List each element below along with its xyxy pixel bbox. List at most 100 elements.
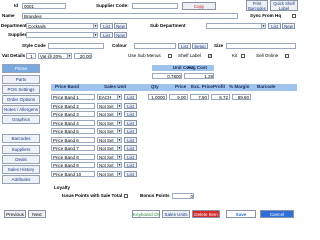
- price-profit-field: 6.72: [211, 94, 230, 100]
- price-price-field[interactable]: 9.00: [169, 94, 188, 100]
- id-label: Id: [14, 3, 19, 8]
- chevron-down-icon: ▾: [117, 120, 121, 125]
- department-select[interactable]: Cocktails ▾: [26, 23, 98, 29]
- sales-unit-list-button[interactable]: List: [124, 119, 137, 126]
- sales-unit-list-button[interactable]: List: [124, 162, 137, 168]
- price-band-name-field[interactable]: Price Band 5: [51, 128, 95, 134]
- sales-unit-list-button[interactable]: List: [124, 128, 137, 134]
- sidebar-item-prices[interactable]: Prices: [2, 64, 40, 73]
- sales-unit-select[interactable]: Not Set ▾: [97, 119, 122, 126]
- cancel-button[interactable]: Cancel: [260, 210, 294, 218]
- shelf-label-label: Shelf Label: [178, 53, 201, 58]
- sidebar-item-attributes[interactable]: Attributes: [2, 175, 40, 184]
- id-field[interactable]: 0001: [22, 3, 66, 9]
- next-button[interactable]: Next: [28, 210, 46, 218]
- unit-cost-field[interactable]: 0.7800: [152, 73, 182, 79]
- sub-department-select[interactable]: ▾: [206, 23, 266, 29]
- vat-details-label: Vat Details: [2, 53, 26, 58]
- sidebar-item-graphics[interactable]: Graphics: [2, 115, 40, 124]
- chevron-down-icon: ▾: [117, 146, 121, 150]
- price-band-name-field[interactable]: Price Band 6: [51, 136, 95, 143]
- price-qty-field[interactable]: 1.0000: [148, 94, 167, 100]
- sales-unit-list-button[interactable]: List: [124, 94, 137, 100]
- sidebar-item-deals[interactable]: Deals: [2, 155, 40, 164]
- chevron-down-icon: ▾: [93, 24, 97, 28]
- sales-unit-select[interactable]: Not Set ▾: [97, 128, 122, 134]
- sync-from-hq-checkbox[interactable]: [292, 14, 296, 18]
- sidebar-item-notes-allergens[interactable]: Notes / Allergens: [2, 105, 40, 114]
- price-band-row: Price Band 7 Not Set ▾ List: [51, 144, 296, 152]
- price-band-name-field[interactable]: Price Band 10: [51, 170, 95, 177]
- sidebar-item-parts[interactable]: Parts: [2, 75, 40, 84]
- sales-unit-list-button[interactable]: List: [124, 136, 137, 143]
- sales-unit-select[interactable]: Not Set ▾: [97, 136, 122, 143]
- supplier-code-field[interactable]: [132, 3, 178, 9]
- previous-button[interactable]: Previous: [4, 210, 26, 218]
- style-code-field[interactable]: [48, 43, 104, 49]
- sales-unit-list-button[interactable]: List: [124, 102, 137, 109]
- sub-department-list-button[interactable]: List: [268, 23, 281, 29]
- size-field[interactable]: [226, 43, 296, 49]
- chevron-down-icon: ▾: [117, 154, 121, 159]
- vat-rate-select[interactable]: Vat @ 20% ▾: [38, 53, 72, 59]
- issue-points-checkbox[interactable]: [124, 194, 128, 198]
- sales-unit-list-button[interactable]: List: [124, 153, 137, 160]
- sales-unit-value: Not Set: [99, 154, 114, 160]
- chevron-down-icon: ▾: [261, 24, 265, 28]
- colour-list-button[interactable]: List: [178, 43, 191, 49]
- sales-unit-list-button[interactable]: List: [124, 170, 137, 177]
- sell-online-checkbox[interactable]: [285, 54, 289, 58]
- sales-unit-select[interactable]: Not Set ▾: [97, 170, 122, 177]
- sidebar-item-order-options[interactable]: Order Options: [2, 95, 40, 104]
- supplier-new-button[interactable]: New: [114, 32, 127, 38]
- sidebar-item-barcodes[interactable]: Barcodes: [2, 134, 40, 143]
- price-band-name-field[interactable]: Price Band 8: [51, 153, 95, 160]
- sales-unit-list-button[interactable]: List: [124, 145, 137, 151]
- price-band-name-field[interactable]: Price Band 9: [51, 162, 95, 168]
- price-band-name-field[interactable]: Price Band 1: [51, 94, 95, 100]
- department-new-button[interactable]: New: [114, 23, 127, 29]
- price-band-name-field[interactable]: Price Band 2: [51, 102, 95, 109]
- name-field[interactable]: Brandeis: [22, 13, 238, 19]
- sales-unit-select[interactable]: Not Set ▾: [97, 153, 122, 160]
- colour-setup-button[interactable]: Setup: [192, 43, 208, 49]
- vat-code-field[interactable]: 1: [26, 53, 36, 59]
- department-label: Department: [1, 23, 27, 28]
- sidebar-item-pos-settings[interactable]: POS Settings: [2, 85, 40, 94]
- sales-unit-select[interactable]: Not Set ▾: [97, 145, 122, 151]
- price-band-name-field[interactable]: Price Band 7: [51, 145, 95, 151]
- price-band-row: Price Band 3 Not Set ▾ List: [51, 110, 296, 118]
- copy-button[interactable]: Copy: [182, 2, 216, 10]
- col-profit: Profit: [213, 84, 225, 89]
- kit-checkbox[interactable]: [241, 54, 245, 58]
- supplier-select[interactable]: ▾: [26, 32, 98, 38]
- sidebar-item-sales-history[interactable]: Sales History: [2, 165, 40, 174]
- sales-unit-select[interactable]: Not Set ▾: [97, 102, 122, 109]
- price-band-name-field[interactable]: Price Band 4: [51, 119, 95, 126]
- sales-unit-select[interactable]: Not Set ▾: [97, 162, 122, 168]
- sales-unit-select[interactable]: EACH ▾: [97, 94, 122, 100]
- quick-shelf-label-button[interactable]: Quick Shelf Label: [270, 0, 298, 11]
- department-list-button[interactable]: List: [100, 23, 113, 29]
- shelf-label-checkbox[interactable]: ✓: [208, 54, 212, 58]
- sales-units-button[interactable]: Sales Units: [162, 210, 190, 218]
- style-code-label: Style Code: [22, 43, 46, 48]
- sales-unit-select[interactable]: Not Set ▾: [97, 111, 122, 117]
- sync-from-hq-label: Sync From Hq: [250, 13, 282, 18]
- keyboard-on-button[interactable]: Keyboard On: [132, 210, 160, 218]
- save-button[interactable]: Save: [226, 210, 256, 218]
- sales-unit-list-button[interactable]: List: [124, 111, 137, 117]
- bonus-points-label: Bonus Points: [140, 193, 170, 198]
- use-sub-menus-checkbox[interactable]: [168, 54, 172, 58]
- supplier-label: Supplier: [8, 32, 27, 37]
- print-barcodes-button[interactable]: Print Barcodes: [246, 0, 268, 11]
- sidebar-item-suppliers[interactable]: Suppliers: [2, 145, 40, 154]
- sales-unit-value: Not Set: [99, 171, 114, 177]
- supplier-list-button[interactable]: List: [100, 32, 113, 38]
- sub-department-new-button[interactable]: New: [282, 23, 295, 29]
- price-band-name-field[interactable]: Price Band 3: [51, 111, 95, 117]
- delete-item-button[interactable]: Delete Item: [192, 210, 220, 218]
- name-label: Name: [2, 13, 15, 18]
- bonus-points-field[interactable]: 0: [172, 193, 194, 199]
- colour-field[interactable]: [134, 43, 176, 49]
